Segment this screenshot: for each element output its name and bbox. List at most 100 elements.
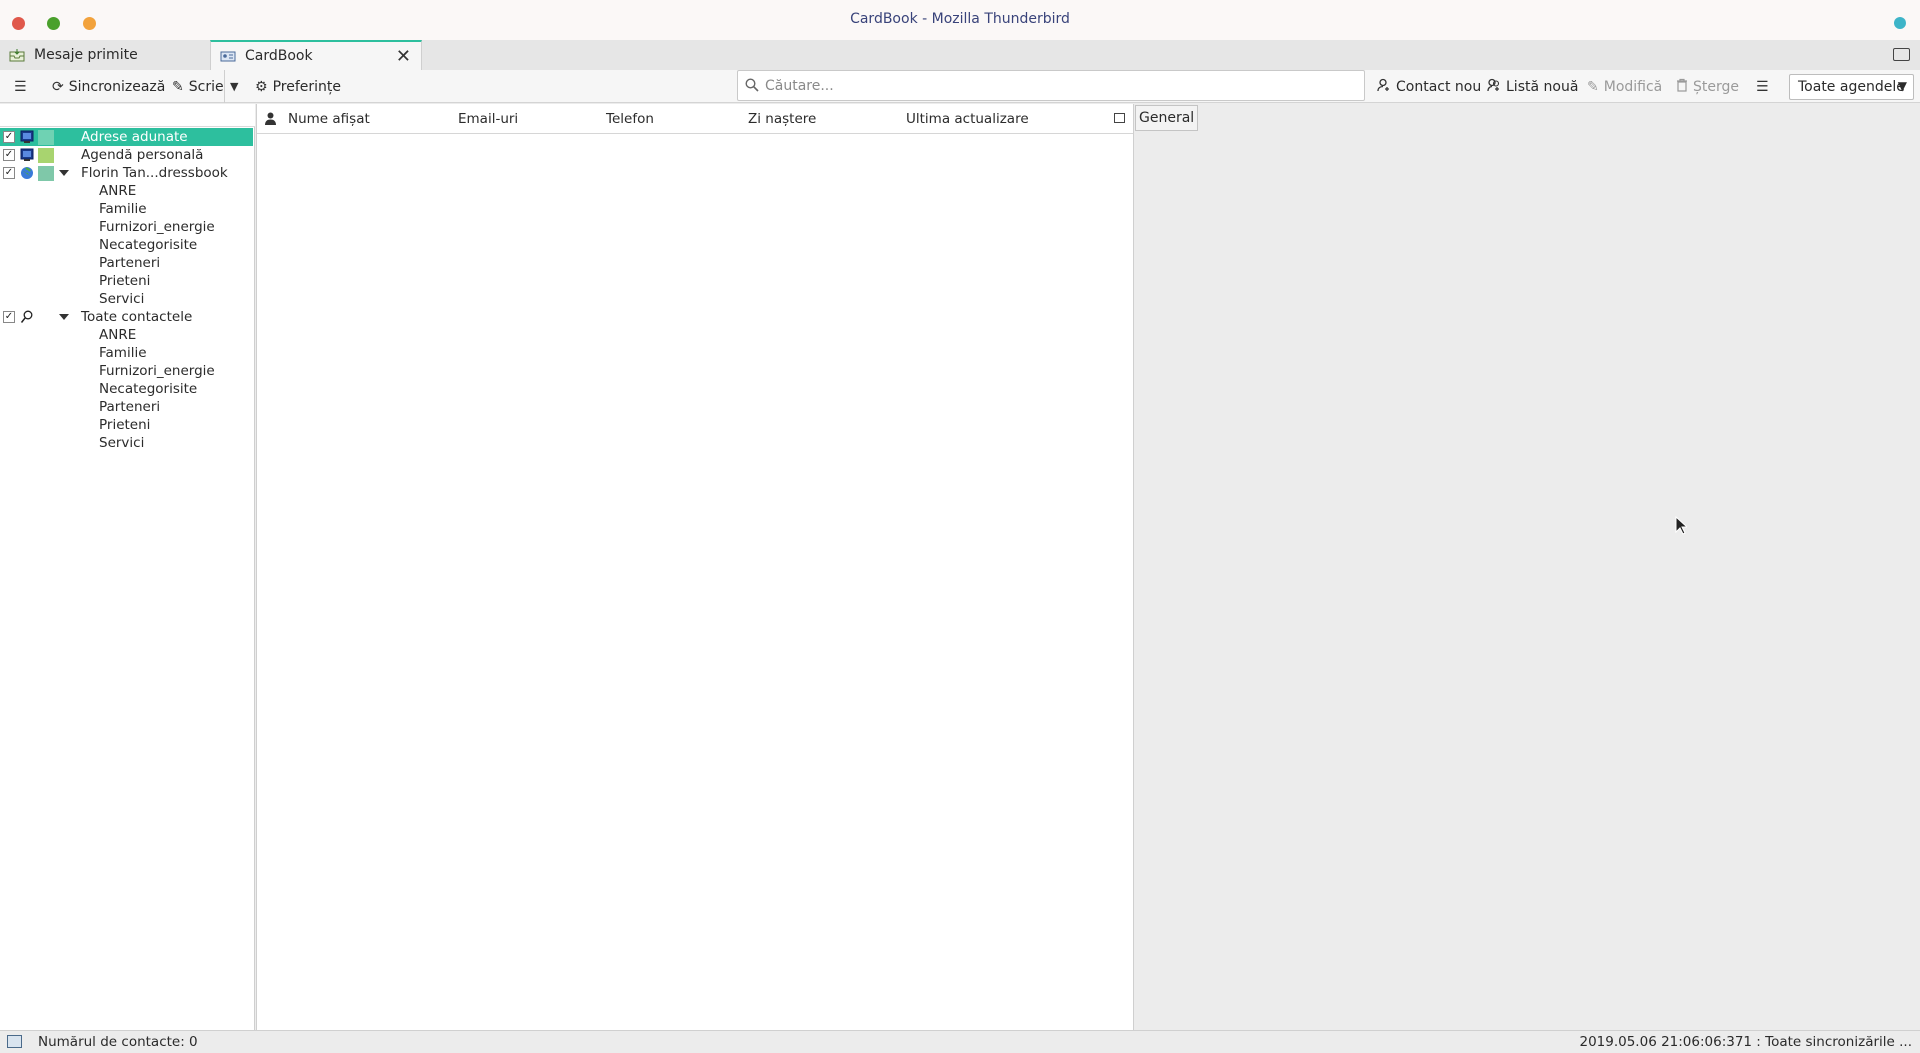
addressbook-personal[interactable]: ✓ Agendă personală xyxy=(0,146,253,164)
addressbook-select[interactable]: Toate agendele ▼ xyxy=(1789,74,1914,100)
column-emails[interactable]: Email-uri xyxy=(458,111,518,127)
tab-label: CardBook xyxy=(245,48,313,64)
category-label: Furnizori_energie xyxy=(99,219,215,235)
category-label: Necategorisite xyxy=(99,237,198,253)
category-item[interactable]: Servici xyxy=(0,434,253,452)
column-display-name[interactable]: Nume afișat xyxy=(288,111,370,127)
delete-button[interactable]: Șterge xyxy=(1676,70,1739,103)
category-label: Necategorisite xyxy=(99,381,198,397)
addressbook-label: Agendă personală xyxy=(81,147,204,163)
chevron-down-icon: ▼ xyxy=(230,80,239,93)
gear-icon: ⚙ xyxy=(255,78,268,95)
close-tab-icon[interactable]: ✕ xyxy=(396,46,411,67)
category-label: Parteneri xyxy=(99,399,161,415)
column-last-updated[interactable]: Ultima actualizare xyxy=(906,111,1029,127)
category-label: Familie xyxy=(99,345,147,361)
contacts-list: Nume afișat Email-uri Telefon Zi naștere… xyxy=(256,104,1134,1030)
color-swatch xyxy=(38,166,54,181)
color-swatch xyxy=(38,148,54,163)
add-contact-icon xyxy=(1377,78,1391,96)
column-birthday[interactable]: Zi naștere xyxy=(748,111,816,127)
search-icon xyxy=(745,78,759,92)
status-card-icon xyxy=(7,1035,22,1048)
person-icon[interactable] xyxy=(265,112,276,125)
contact-detail-pane: General xyxy=(1135,104,1920,1030)
category-item[interactable]: Prieteni xyxy=(0,272,253,290)
title-bar: CardBook - Mozilla Thunderbird xyxy=(0,0,1920,40)
edit-button[interactable]: ✎ Modifică xyxy=(1587,70,1662,103)
category-label: Familie xyxy=(99,201,147,217)
preferences-button[interactable]: ⚙ Preferințe xyxy=(255,70,341,103)
category-label: Parteneri xyxy=(99,255,161,271)
category-item[interactable]: Parteneri xyxy=(0,398,253,416)
addressbook-select-value: Toate agendele xyxy=(1798,79,1905,95)
category-item[interactable]: Furnizori_energie xyxy=(0,218,253,236)
category-item[interactable]: Familie xyxy=(0,200,253,218)
addressbook-label: Florin Tan...dressbook xyxy=(81,165,228,181)
delete-label: Șterge xyxy=(1693,78,1739,95)
category-label: ANRE xyxy=(99,327,137,343)
tab-strip: Mesaje primite CardBook ✕ xyxy=(0,40,1920,70)
view-menu-button[interactable]: ☰ xyxy=(1756,70,1774,103)
expand-twisty-icon[interactable] xyxy=(59,314,69,320)
status-dot-icon xyxy=(1894,17,1906,29)
pencil-icon: ✎ xyxy=(1587,78,1599,95)
tree-header xyxy=(0,104,255,127)
category-item[interactable]: Parteneri xyxy=(0,254,253,272)
expand-twisty-icon[interactable] xyxy=(59,170,69,176)
contact-count: Numărul de contacte: 0 xyxy=(38,1034,198,1050)
addressbook-checkbox[interactable]: ✓ xyxy=(3,149,15,161)
category-item[interactable]: Servici xyxy=(0,290,253,308)
sync-button[interactable]: ⟳ Sincronizează xyxy=(52,70,165,103)
addressbook-checkbox[interactable]: ✓ xyxy=(3,311,15,323)
column-phone[interactable]: Telefon xyxy=(606,111,654,127)
pencil-icon: ✎ xyxy=(172,78,184,95)
mouse-cursor-icon xyxy=(1675,516,1687,535)
category-label: Furnizori_energie xyxy=(99,363,215,379)
window-title: CardBook - Mozilla Thunderbird xyxy=(850,11,1070,27)
category-item[interactable]: Furnizori_energie xyxy=(0,362,253,380)
chevron-down-icon: ▼ xyxy=(1897,79,1907,93)
tab-label: Mesaje primite xyxy=(34,47,138,63)
category-label: ANRE xyxy=(99,183,137,199)
hamburger-icon: ☰ xyxy=(1756,78,1769,95)
category-label: Servici xyxy=(99,291,145,307)
category-item[interactable]: Necategorisite xyxy=(0,380,253,398)
color-swatch xyxy=(38,130,54,145)
addressbook-remote[interactable]: ✓ Florin Tan...dressbook xyxy=(0,164,253,182)
tab-inbox[interactable]: Mesaje primite xyxy=(0,40,210,70)
addressbook-checkbox[interactable]: ✓ xyxy=(3,131,15,143)
category-item[interactable]: ANRE xyxy=(0,326,253,344)
category-item[interactable]: ANRE xyxy=(0,182,253,200)
status-bar: Numărul de contacte: 0 2019.05.06 21:06:… xyxy=(0,1030,1920,1053)
app-menu-button[interactable]: ☰ xyxy=(14,70,32,103)
addressbook-collected[interactable]: ✓ Adrese adunate xyxy=(0,128,253,146)
write-label: Scrie xyxy=(188,78,224,95)
category-item[interactable]: Necategorisite xyxy=(0,236,253,254)
local-addressbook-icon xyxy=(20,130,34,143)
addressbook-tree: ✓ Adrese adunate ✓ Agendă personală ✓ Fl… xyxy=(0,104,255,1030)
local-addressbook-icon xyxy=(20,148,34,161)
write-dropdown-button[interactable]: ▼ xyxy=(224,70,243,103)
category-label: Servici xyxy=(99,435,145,451)
tab-cardbook[interactable]: CardBook ✕ xyxy=(210,40,422,70)
addressbook-label: Toate contactele xyxy=(81,309,193,325)
category-item[interactable]: Familie xyxy=(0,344,253,362)
new-contact-button[interactable]: Contact nou xyxy=(1377,70,1481,103)
search-input[interactable] xyxy=(765,71,1355,100)
search-box[interactable] xyxy=(737,70,1365,101)
new-list-button[interactable]: Listă nouă xyxy=(1487,70,1578,103)
contact-card-icon[interactable] xyxy=(1893,48,1910,61)
category-item[interactable]: Prieteni xyxy=(0,416,253,434)
category-label: Prieteni xyxy=(99,417,151,433)
trash-icon xyxy=(1676,78,1688,96)
hamburger-icon: ☰ xyxy=(14,78,27,95)
addressbook-checkbox[interactable]: ✓ xyxy=(3,167,15,179)
column-header-row: Nume afișat Email-uri Telefon Zi naștere… xyxy=(257,104,1133,134)
addressbook-all-contacts[interactable]: ✓ Toate contactele xyxy=(0,308,253,326)
sync-label: Sincronizează xyxy=(68,78,166,95)
tab-general[interactable]: General xyxy=(1135,105,1199,131)
column-picker-icon[interactable] xyxy=(1114,113,1125,123)
addressbook-label: Adrese adunate xyxy=(81,129,188,145)
write-button[interactable]: ✎ Scrie xyxy=(172,70,224,103)
